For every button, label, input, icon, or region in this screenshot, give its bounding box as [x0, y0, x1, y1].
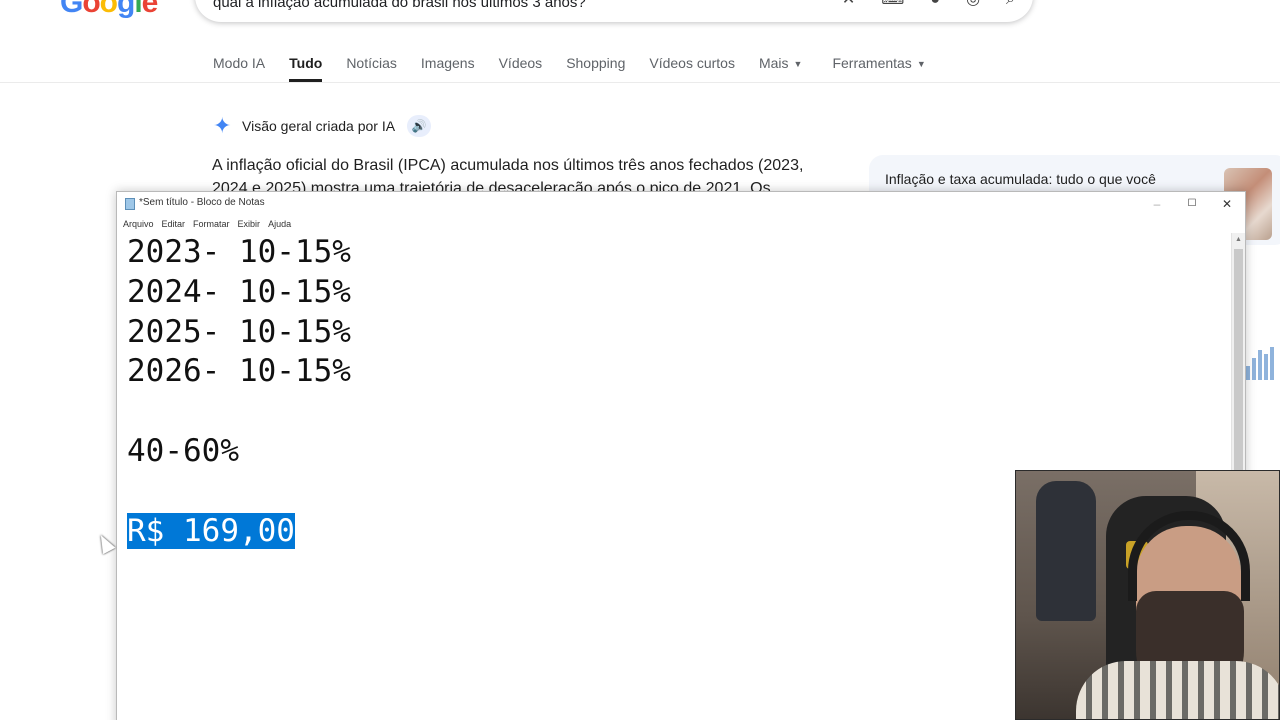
sparkle-icon: ✦	[213, 113, 232, 138]
tab-ferramentas[interactable]: Ferramentas ▼	[832, 52, 925, 82]
text-line: 2024- 10-15%	[127, 273, 351, 310]
logo-letter: e	[141, 0, 159, 19]
menu-exibir[interactable]: Exibir	[238, 216, 261, 233]
tab-label: Notícias	[346, 55, 397, 71]
ai-overview-title: Visão geral criada por IA	[242, 118, 396, 134]
tab-noticias[interactable]: Notícias	[346, 52, 397, 82]
search-icon[interactable]: ⌕	[1006, 0, 1015, 8]
notepad-title: *Sem título - Bloco de Notas	[139, 197, 265, 208]
search-input[interactable]: qual a inflação acumulada do brasil nos …	[213, 0, 586, 11]
more-vert-icon[interactable]: ⋮	[1274, 118, 1280, 138]
logo-letter: l	[134, 0, 142, 19]
lens-icon[interactable]: ◎	[966, 0, 980, 8]
text-line: 2026- 10-15%	[127, 353, 351, 390]
keyboard-icon[interactable]: ⌨	[881, 0, 904, 8]
tab-tudo[interactable]: Tudo	[289, 52, 323, 82]
logo-letter: o	[99, 0, 118, 19]
tab-label: Mais	[758, 55, 789, 71]
google-logo[interactable]: Google	[60, 0, 159, 20]
mic-icon[interactable]: ●	[930, 0, 940, 8]
scroll-up-icon[interactable]: ▲	[1232, 233, 1245, 247]
search-actions: ✕ ⌨ ● ◎ ⌕	[842, 0, 1015, 8]
search-tabs: Modo IA Tudo Notícias Imagens Vídeos Sho…	[213, 52, 950, 82]
caret-down-icon: ▼	[793, 59, 803, 70]
webcam-person-shirt	[1076, 661, 1279, 719]
selected-text[interactable]: R$ 169,00	[127, 512, 295, 549]
tab-label: Imagens	[420, 55, 475, 71]
menu-editar[interactable]: Editar	[162, 216, 186, 233]
ai-overview-header: ✦ Visão geral criada por IA 🔊	[213, 113, 432, 138]
tab-videos[interactable]: Vídeos	[499, 52, 543, 82]
tab-imagens[interactable]: Imagens	[421, 52, 475, 82]
menu-formatar[interactable]: Formatar	[193, 216, 230, 233]
tab-modo-ia[interactable]: Modo IA	[213, 52, 265, 82]
tab-videos-curtos[interactable]: Vídeos curtos	[649, 52, 735, 82]
tab-label: Tudo	[289, 55, 323, 71]
notepad-app-icon	[125, 198, 135, 210]
notepad-titlebar[interactable]: *Sem título - Bloco de Notas – ☐ ✕	[117, 192, 1245, 216]
related-link-title: Inflação e taxa acumulada: tudo o que vo…	[885, 171, 1156, 187]
mouse-cursor-icon	[94, 531, 116, 555]
tab-label: Vídeos	[498, 55, 543, 71]
tab-label: Ferramentas	[832, 55, 912, 71]
menu-arquivo[interactable]: Arquivo	[123, 216, 154, 233]
tab-label: Modo IA	[213, 55, 266, 71]
maximize-button[interactable]: ☐	[1178, 194, 1206, 214]
clear-icon[interactable]: ✕	[842, 0, 855, 8]
speaker-icon[interactable]: 🔊	[407, 115, 432, 137]
close-button[interactable]: ✕	[1213, 194, 1241, 214]
tabs-divider	[0, 82, 1280, 83]
text-line: 40-60%	[127, 432, 239, 469]
notepad-menubar: Arquivo Editar Formatar Exibir Ajuda	[117, 216, 1245, 233]
tab-mais[interactable]: Mais ▼	[759, 52, 802, 82]
logo-letter: g	[117, 0, 135, 19]
logo-letter: G	[60, 0, 83, 19]
menu-ajuda[interactable]: Ajuda	[268, 216, 291, 233]
minimize-button[interactable]: –	[1143, 194, 1171, 214]
search-box[interactable]: qual a inflação acumulada do brasil nos …	[195, 0, 1033, 22]
logo-letter: o	[82, 0, 100, 19]
webcam-overlay	[1015, 470, 1280, 720]
text-line: 2025- 10-15%	[127, 313, 351, 350]
webcam-figure	[1036, 481, 1096, 621]
text-line	[127, 392, 1232, 432]
tab-label: Shopping	[566, 55, 626, 71]
caret-down-icon: ▼	[916, 59, 926, 70]
tab-shopping[interactable]: Shopping	[566, 52, 625, 82]
chart-thumbnail	[1246, 346, 1274, 380]
tab-label: Vídeos curtos	[649, 55, 735, 71]
text-line: 2023- 10-15%	[127, 234, 351, 270]
